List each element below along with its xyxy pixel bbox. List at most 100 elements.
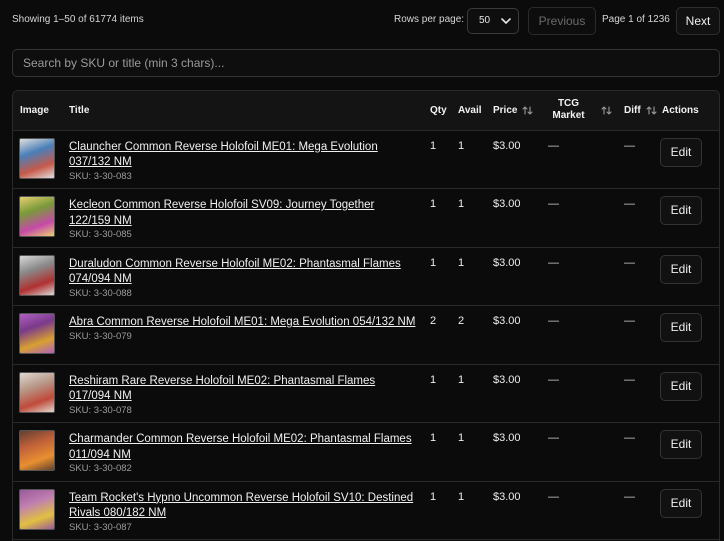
- card-thumbnail[interactable]: [19, 430, 55, 471]
- table-row: Kecleon Common Reverse Holofoil SV09: Jo…: [13, 189, 719, 248]
- edit-button[interactable]: Edit: [660, 488, 702, 518]
- diff-cell: —: [624, 139, 635, 152]
- image-cell: [13, 423, 62, 482]
- title-cell: Duraludon Common Reverse Holofoil ME02: …: [62, 247, 423, 306]
- avail-cell: 1: [458, 432, 465, 444]
- card-thumbnail[interactable]: [19, 137, 55, 179]
- inventory-table: Image Title Qty Avail Price TCG Market Di…: [12, 90, 720, 541]
- sku-text: SKU: 3-30-088: [69, 287, 132, 299]
- sku-text: SKU: 3-30-082: [69, 463, 132, 474]
- table-row: Clauncher Common Reverse Holofoil ME01: …: [13, 130, 719, 189]
- table-header-row: Image Title Qty Avail Price TCG Market Di…: [13, 91, 719, 130]
- col-header-diff[interactable]: Diff: [617, 91, 657, 130]
- edit-button[interactable]: Edit: [660, 254, 702, 284]
- title-cell: Abra Common Reverse Holofoil ME01: Mega …: [62, 306, 423, 365]
- tcg-market-cell: —: [548, 198, 559, 210]
- sku-text: SKU: 3-30-083: [69, 170, 132, 182]
- tcg-market-cell: —: [548, 315, 559, 327]
- qty-cell: 1: [430, 490, 437, 503]
- col-header-title: Title: [69, 104, 90, 116]
- rows-per-page-label: Rows per page:: [394, 14, 465, 25]
- price-cell: $3.00: [493, 432, 521, 444]
- col-header-price[interactable]: Price: [486, 91, 541, 130]
- diff-cell: —: [624, 490, 635, 503]
- price-cell: $3.00: [493, 373, 521, 386]
- showing-count: Showing 1–50 of 61774 items: [12, 14, 144, 25]
- qty-cell: 2: [430, 315, 437, 327]
- diff-cell: —: [624, 315, 635, 327]
- image-cell: [13, 189, 62, 248]
- product-title-link[interactable]: Abra Common Reverse Holofoil ME01: Mega …: [69, 315, 423, 331]
- product-title-link[interactable]: Duraludon Common Reverse Holofoil ME02: …: [69, 257, 423, 288]
- title-cell: Charmander Common Reverse Holofoil ME02:…: [62, 423, 423, 482]
- image-cell: [13, 306, 62, 365]
- col-header-image: Image: [20, 104, 49, 116]
- diff-cell: —: [624, 256, 635, 269]
- card-thumbnail[interactable]: [19, 196, 55, 237]
- price-cell: $3.00: [493, 198, 521, 210]
- rows-per-page-select[interactable]: 50: [467, 8, 519, 34]
- product-title-link[interactable]: Reshiram Rare Reverse Holofoil ME02: Pha…: [69, 374, 423, 405]
- col-header-tcg-sort[interactable]: [596, 91, 617, 130]
- search-input[interactable]: [12, 49, 720, 77]
- image-cell: [13, 130, 62, 189]
- col-header-tcg-line1: TCG: [557, 98, 580, 110]
- tcg-market-cell: —: [548, 256, 559, 269]
- col-header-qty: Qty: [430, 104, 447, 116]
- previous-page-button[interactable]: Previous: [528, 7, 596, 35]
- chevron-down-icon: [501, 18, 511, 24]
- diff-cell: —: [624, 373, 635, 386]
- actions-cell: Edit: [655, 481, 719, 540]
- product-title-link[interactable]: Clauncher Common Reverse Holofoil ME01: …: [69, 140, 423, 171]
- price-cell: $3.00: [493, 490, 521, 503]
- actions-cell: Edit: [655, 189, 719, 248]
- qty-cell: 1: [430, 432, 437, 444]
- sort-icon: [601, 106, 612, 115]
- diff-cell: —: [624, 198, 635, 210]
- image-cell: [13, 481, 62, 540]
- rows-per-page-value: 50: [479, 15, 491, 26]
- title-cell: Reshiram Rare Reverse Holofoil ME02: Pha…: [62, 364, 423, 423]
- product-title-link[interactable]: Kecleon Common Reverse Holofoil SV09: Jo…: [69, 198, 423, 229]
- card-thumbnail[interactable]: [19, 488, 55, 530]
- card-thumbnail[interactable]: [19, 254, 55, 296]
- actions-cell: Edit: [655, 423, 719, 482]
- col-header-diff-label: Diff: [624, 104, 641, 116]
- col-header-actions: Actions: [662, 104, 699, 116]
- table-row: Abra Common Reverse Holofoil ME01: Mega …: [13, 306, 719, 365]
- card-thumbnail[interactable]: [19, 313, 55, 354]
- tcg-market-cell: —: [548, 139, 559, 152]
- next-page-button[interactable]: Next: [676, 7, 720, 35]
- sort-icon: [522, 106, 534, 115]
- edit-button[interactable]: Edit: [660, 371, 702, 401]
- avail-cell: 1: [458, 256, 465, 269]
- edit-button[interactable]: Edit: [660, 137, 702, 167]
- actions-cell: Edit: [655, 247, 719, 306]
- actions-cell: Edit: [655, 364, 719, 423]
- edit-button[interactable]: Edit: [660, 313, 702, 342]
- avail-cell: 2: [458, 315, 465, 327]
- actions-cell: Edit: [655, 130, 719, 189]
- diff-cell: —: [624, 432, 635, 444]
- card-thumbnail[interactable]: [19, 371, 55, 413]
- table-row: Charmander Common Reverse Holofoil ME02:…: [13, 423, 719, 482]
- tcg-market-cell: —: [548, 432, 559, 444]
- avail-cell: 1: [458, 139, 465, 152]
- product-title-link[interactable]: Team Rocket's Hypno Uncommon Reverse Hol…: [69, 491, 423, 522]
- edit-button[interactable]: Edit: [660, 430, 702, 459]
- pagination-bar: Showing 1–50 of 61774 items Rows per pag…: [0, 0, 724, 42]
- title-cell: Kecleon Common Reverse Holofoil SV09: Jo…: [62, 189, 423, 248]
- price-cell: $3.00: [493, 256, 521, 269]
- title-cell: Team Rocket's Hypno Uncommon Reverse Hol…: [62, 481, 423, 540]
- edit-button[interactable]: Edit: [660, 196, 702, 225]
- table-row: Reshiram Rare Reverse Holofoil ME02: Pha…: [13, 364, 719, 423]
- qty-cell: 1: [430, 256, 437, 269]
- col-header-price-label: Price: [493, 104, 518, 116]
- sort-icon: [646, 106, 657, 115]
- qty-cell: 1: [430, 373, 437, 386]
- avail-cell: 1: [458, 373, 465, 386]
- sku-text: SKU: 3-30-078: [69, 404, 132, 416]
- avail-cell: 1: [458, 490, 465, 503]
- price-cell: $3.00: [493, 315, 521, 327]
- product-title-link[interactable]: Charmander Common Reverse Holofoil ME02:…: [69, 432, 423, 463]
